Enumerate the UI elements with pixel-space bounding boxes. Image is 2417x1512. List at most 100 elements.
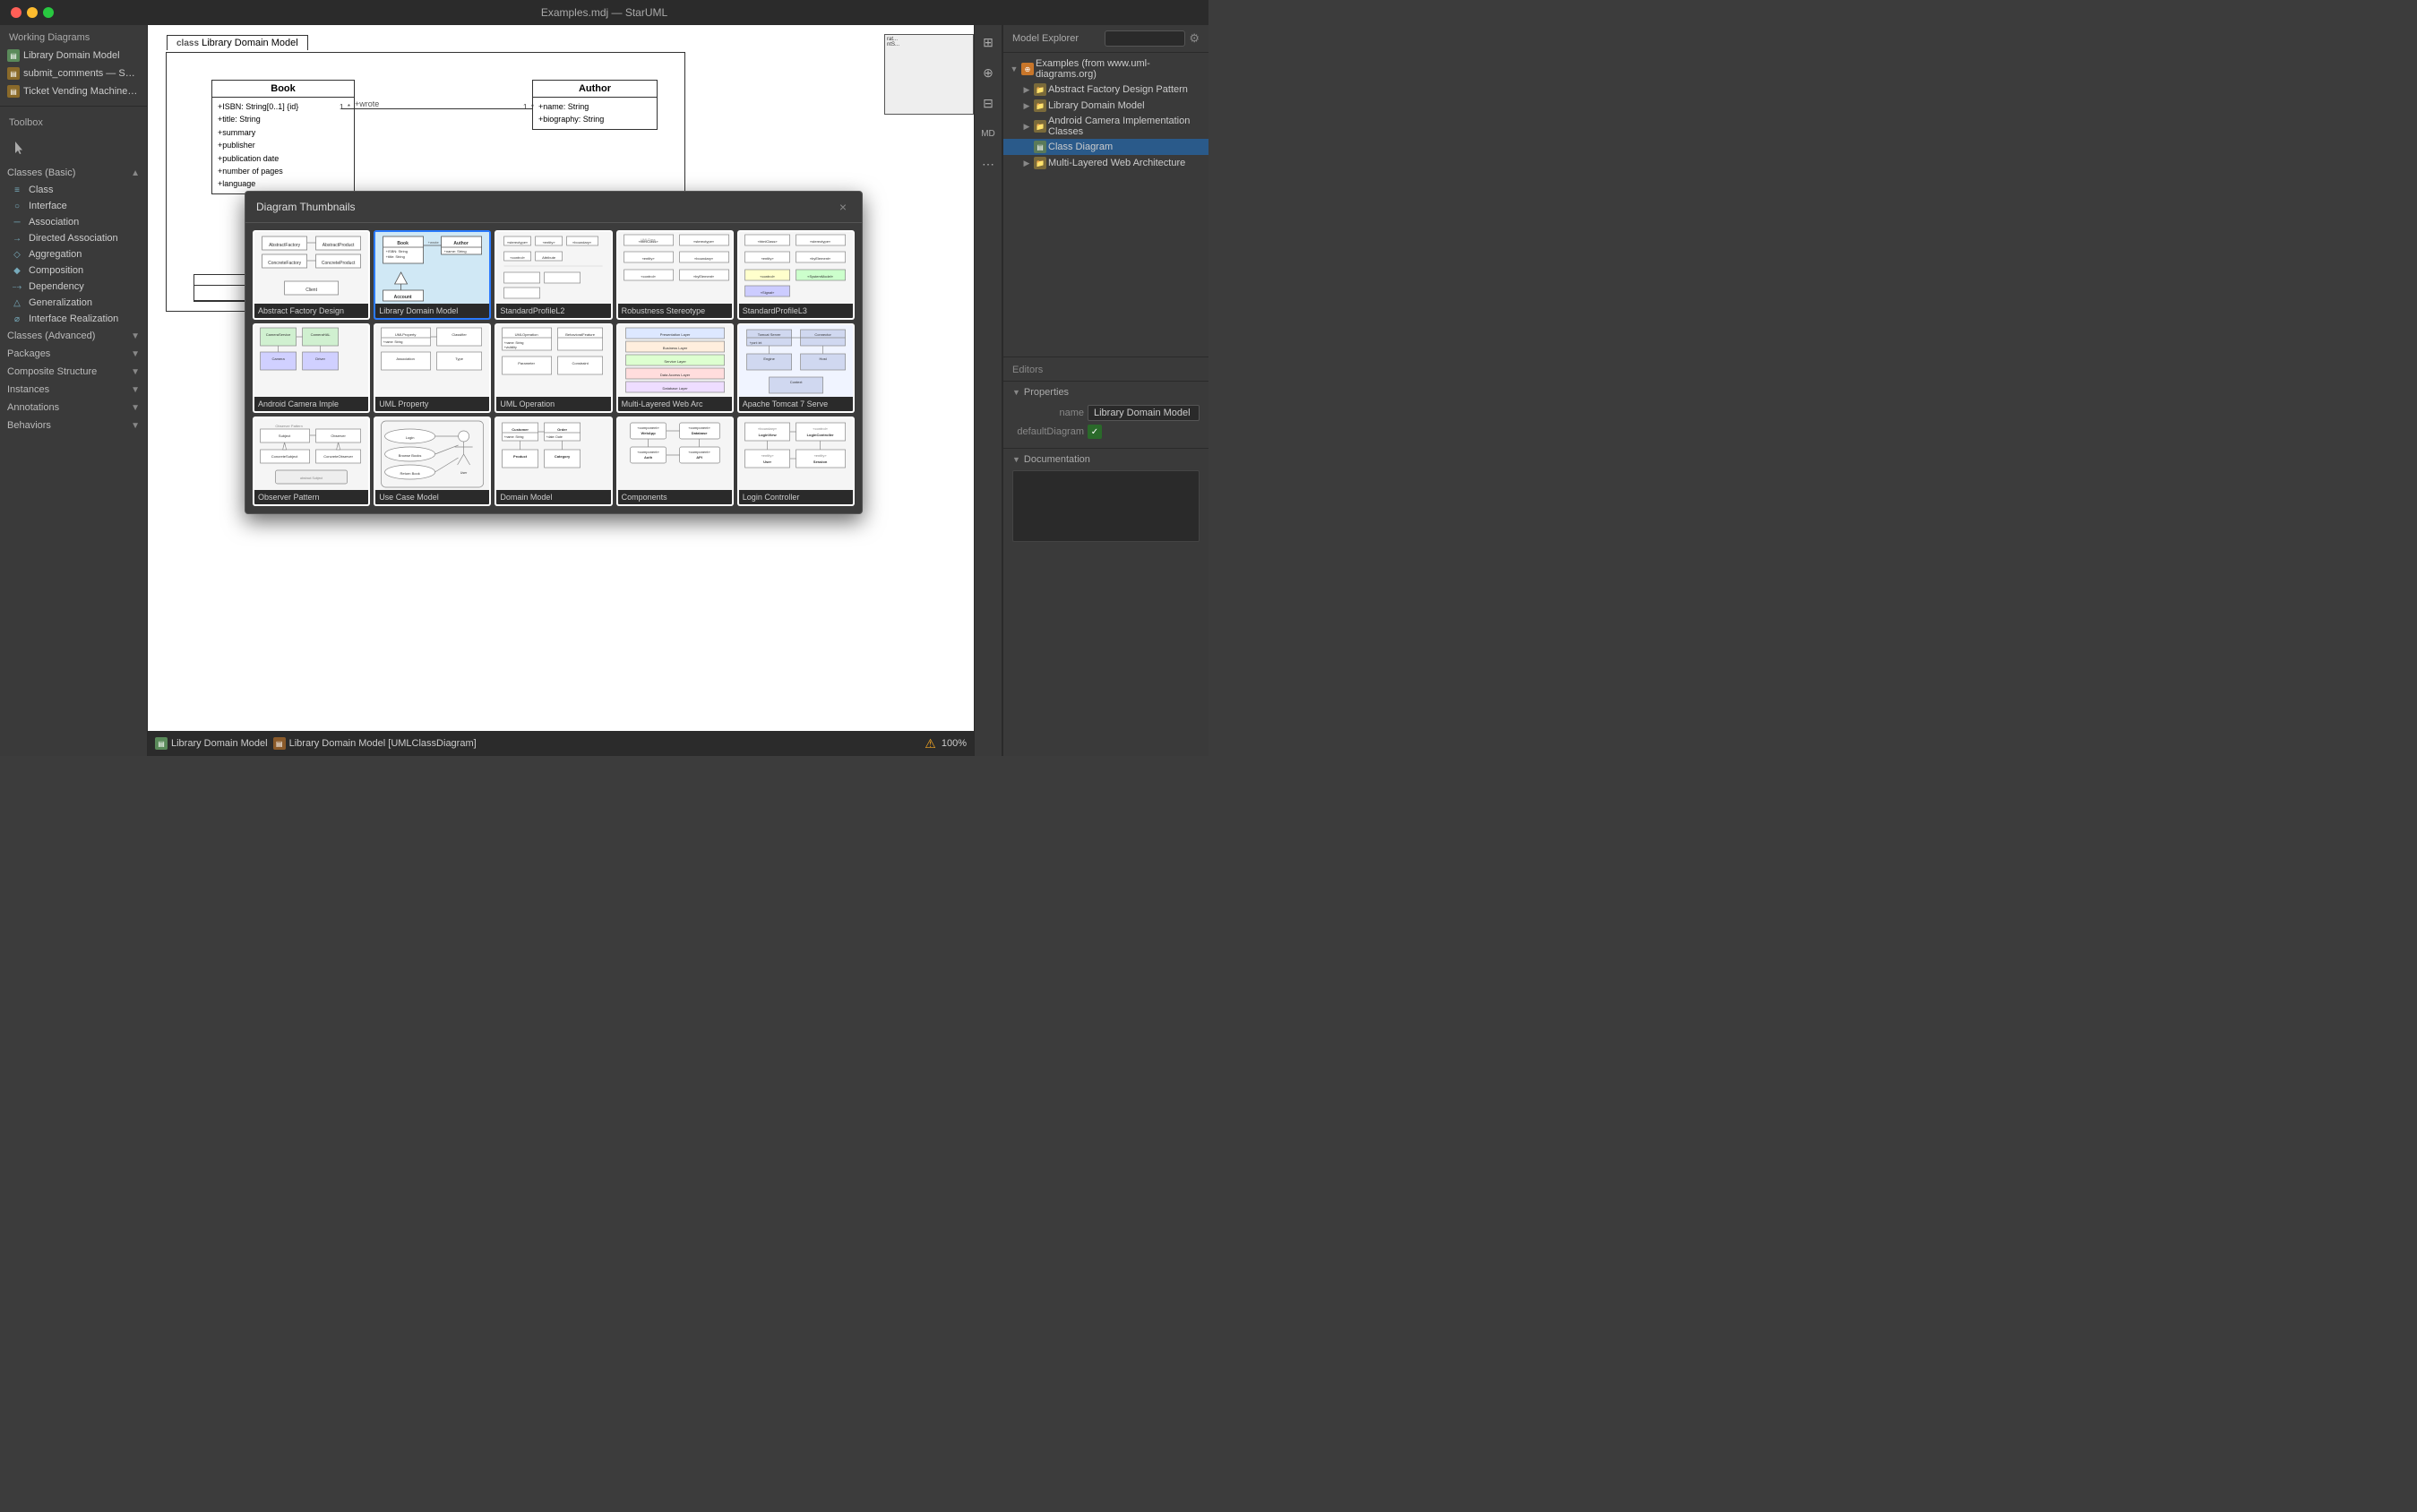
thumbnail-observer-pattern[interactable]: Observer Pattern Subject Observer Concre… xyxy=(253,417,370,506)
window-controls[interactable] xyxy=(11,7,54,18)
thumbnail-img: «stereotype» «entity» «boundary» «contro… xyxy=(496,232,610,304)
svg-text:+name: String: +name: String xyxy=(504,435,524,439)
svg-text:Type: Type xyxy=(455,357,463,361)
search-input[interactable] xyxy=(1105,30,1185,47)
thumbnail-android-camera[interactable]: CameraService CameraHAL Camera Driver xyxy=(253,323,370,413)
composition-icon: ◆ xyxy=(11,264,23,277)
svg-text:Order: Order xyxy=(558,427,568,432)
svg-text:«control»: «control» xyxy=(760,274,775,279)
toolbox-section-instances[interactable]: Instances ▼ xyxy=(0,381,147,399)
sidebar-item-library-domain[interactable]: ▤ Library Domain Model xyxy=(0,47,147,64)
tree-item-label: Android Camera Implementation Classes xyxy=(1048,116,1203,137)
toolbox-section-basic[interactable]: Classes (Basic) ▲ xyxy=(0,164,147,182)
tree-expand-icon: ▶ xyxy=(1021,121,1032,132)
tree-item-abstract-factory[interactable]: ▶ 📁 Abstract Factory Design Pattern xyxy=(1003,82,1208,98)
thumbnail-abstract-factory[interactable]: AbstractFactory ConcreteFactory Abstract… xyxy=(253,230,370,320)
svg-text:abstract Subject: abstract Subject xyxy=(300,477,323,480)
thumbnail-login-controller[interactable]: «boundary» LoginView «control» LoginCont… xyxy=(737,417,855,506)
thumbnail-apache-tomcat[interactable]: Tomcat Server +port: int Connector Engin… xyxy=(737,323,855,413)
svg-text:Presentation Layer: Presentation Layer xyxy=(659,332,690,337)
thumbnail-standard-profile-l3[interactable]: «htmlClass» «stereotype» «entity» «byEle… xyxy=(737,230,855,320)
properties-header[interactable]: ▼ Properties xyxy=(1012,387,1200,398)
center-area: class Library Domain Model Book +ISBN: S… xyxy=(148,25,974,756)
thumbnail-use-case[interactable]: Login Browse Books Return Book User xyxy=(374,417,491,506)
tree-folder-icon: 📁 xyxy=(1034,99,1046,112)
toolbox-item-dependency[interactable]: ⤍ Dependency xyxy=(0,279,147,295)
toolbox-section-advanced[interactable]: Classes (Advanced) ▼ xyxy=(0,327,147,345)
share-icon[interactable]: ⋯ xyxy=(978,154,998,174)
sidebar-item-submit-comments[interactable]: ▤ submit_comments — Submi xyxy=(0,64,147,82)
documentation-header[interactable]: ▼ Documentation xyxy=(1012,454,1200,465)
svg-text:ConcreteFactory: ConcreteFactory xyxy=(268,261,301,266)
thumbnail-components[interactable]: «component» WebApp «component» Database … xyxy=(616,417,734,506)
thumbnail-img: Tomcat Server +port: int Connector Engin… xyxy=(739,325,853,397)
thumbnail-label: StandardProfileL3 xyxy=(739,304,853,318)
thumbnail-multi-layered[interactable]: Presentation Layer Business Layer Servic… xyxy=(616,323,734,413)
svg-text:+wrote: +wrote xyxy=(428,240,440,245)
svg-text:+date: Date: +date: Date xyxy=(546,435,563,439)
author-class-body: +name: String +biography: String xyxy=(533,98,657,129)
tree-item-library-domain[interactable]: ▶ 📁 Library Domain Model xyxy=(1003,98,1208,114)
puzzle-icon[interactable]: ⊞ xyxy=(978,32,998,52)
tree-item-label: Multi-Layered Web Architecture xyxy=(1048,158,1185,168)
tree-expand-icon: ▶ xyxy=(1021,158,1032,168)
prop-name-value[interactable]: Library Domain Model xyxy=(1088,405,1200,421)
status-item-1[interactable]: ▤ Library Domain Model xyxy=(155,737,268,750)
toolbox-item-composition[interactable]: ◆ Composition xyxy=(0,262,147,279)
toolbox-section-annotations[interactable]: Annotations ▼ xyxy=(0,399,147,417)
thumbnail-standard-profile-l2[interactable]: «stereotype» «entity» «boundary» «contro… xyxy=(495,230,612,320)
prop-checkbox[interactable]: ✓ xyxy=(1088,425,1102,439)
toolbox-item-generalization[interactable]: △ Generalization xyxy=(0,295,147,311)
toolbox-section-behaviors[interactable]: Behaviors ▼ xyxy=(0,417,147,434)
tree-item-label: Examples (from www.uml-diagrams.org) xyxy=(1036,58,1203,80)
toolbox-section-composite[interactable]: Composite Structure ▼ xyxy=(0,363,147,381)
tree-item-root[interactable]: ▼ ⊕ Examples (from www.uml-diagrams.org) xyxy=(1003,56,1208,82)
toolbox-item-directed-association[interactable]: → Directed Association xyxy=(0,230,147,246)
dialog-close-button[interactable]: × xyxy=(835,199,851,215)
chevron-down-icon: ▼ xyxy=(131,331,140,341)
thumbnail-library-domain[interactable]: Book +ISBN: String +title: String Author… xyxy=(374,230,491,320)
toolbox-section-packages[interactable]: Packages ▼ xyxy=(0,345,147,363)
status-label-2: Library Domain Model [UMLClassDiagram] xyxy=(289,738,477,749)
maximize-button[interactable] xyxy=(43,7,54,18)
svg-text:Subject: Subject xyxy=(279,434,291,438)
svg-text:Engine: Engine xyxy=(763,357,775,361)
gear-icon[interactable]: ⚙ xyxy=(1189,31,1200,46)
thumbnail-robustness[interactable]: «htmlClass» UMLClass «stereotype» «entit… xyxy=(616,230,734,320)
svg-text:+name: String: +name: String xyxy=(444,249,467,253)
svg-text:AbstractProduct: AbstractProduct xyxy=(323,243,355,248)
documentation-textarea[interactable] xyxy=(1012,470,1200,542)
svg-text:«entity»: «entity» xyxy=(813,453,827,458)
md-icon[interactable]: MD xyxy=(978,124,998,143)
svg-text:Connector: Connector xyxy=(814,332,831,337)
tree-item-label: Class Diagram xyxy=(1048,142,1113,152)
toolbox-item-interface[interactable]: ○ Interface xyxy=(0,198,147,214)
thumbnail-uml-property[interactable]: UMLProperty +name: String Classifier Ass… xyxy=(374,323,491,413)
svg-text:+name: String: +name: String xyxy=(504,341,524,345)
minimize-button[interactable] xyxy=(27,7,38,18)
toolbox-item-aggregation[interactable]: ◇ Aggregation xyxy=(0,246,147,262)
toolbox-item-association[interactable]: ─ Association xyxy=(0,214,147,230)
tree-item-label: Library Domain Model xyxy=(1048,100,1145,111)
tree-item-multi-layered[interactable]: ▶ 📁 Multi-Layered Web Architecture xyxy=(1003,155,1208,171)
thumbnail-img: «component» WebApp «component» Database … xyxy=(618,418,732,490)
svg-text:Database Layer: Database Layer xyxy=(662,386,688,391)
thumbnail-img: «htmlClass» «stereotype» «entity» «byEle… xyxy=(739,232,853,304)
close-button[interactable] xyxy=(11,7,22,18)
tree-item-android-camera[interactable]: ▶ 📁 Android Camera Implementation Classe… xyxy=(1003,114,1208,139)
tree-item-class-diagram[interactable]: ▤ Class Diagram xyxy=(1003,139,1208,155)
svg-text:ConcreteObserver: ConcreteObserver xyxy=(323,454,353,459)
status-item-2[interactable]: ▤ Library Domain Model [UMLClassDiagram] xyxy=(273,737,477,750)
svg-text:Driver: Driver xyxy=(315,357,325,361)
thumbnail-uml-operation[interactable]: UMLOperation +name: String +visibility B… xyxy=(495,323,612,413)
svg-text:Observer Pattern: Observer Pattern xyxy=(275,424,302,428)
svg-text:Login: Login xyxy=(406,435,415,440)
thumbnail-domain-model[interactable]: Customer +name: String Order +date: Date… xyxy=(495,417,612,506)
chevron-down-icon: ▼ xyxy=(131,385,140,395)
grid-icon[interactable]: ⊟ xyxy=(978,93,998,113)
sidebar-item-ticket-vending[interactable]: ▤ Ticket Vending Machine – T xyxy=(0,82,147,100)
class-icon: ≡ xyxy=(11,184,23,196)
crosshair-icon[interactable]: ⊕ xyxy=(978,63,998,82)
toolbox-item-class[interactable]: ≡ Class xyxy=(0,182,147,198)
toolbox-item-interface-realization[interactable]: ⌀ Interface Realization xyxy=(0,311,147,327)
